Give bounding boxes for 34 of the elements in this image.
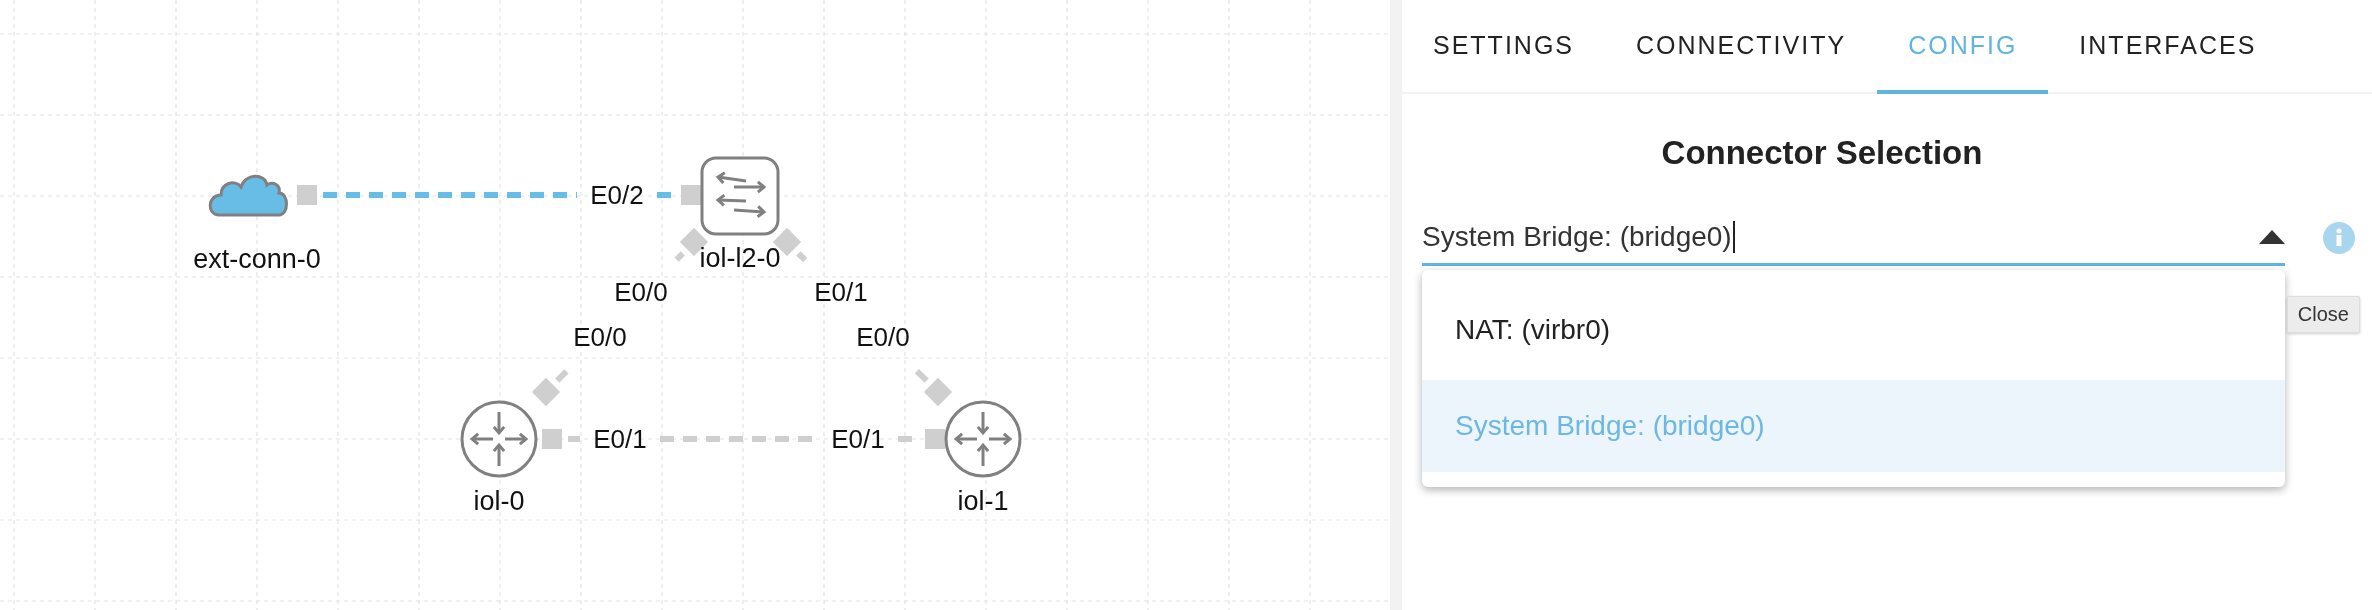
tab[interactable]: INTERFACES xyxy=(2048,0,2288,94)
caret-icon[interactable] xyxy=(2259,229,2285,244)
link-segment[interactable] xyxy=(323,192,577,198)
section-title: Connector Selection xyxy=(1660,134,1984,172)
router-icon[interactable] xyxy=(460,400,538,478)
port-marker xyxy=(542,429,562,449)
link-segment[interactable] xyxy=(555,369,569,383)
link-segment[interactable] xyxy=(674,251,685,262)
cloud-icon[interactable] xyxy=(208,174,288,217)
port-marker xyxy=(925,429,945,449)
link-segment[interactable] xyxy=(568,436,580,442)
connector-select[interactable]: System Bridge: (bridge0) xyxy=(1422,210,2285,266)
router-icon[interactable] xyxy=(944,400,1022,478)
node-label: iol-1 xyxy=(957,486,1009,516)
port-marker xyxy=(681,185,701,205)
node-label: iol-l2-0 xyxy=(699,243,781,273)
port-marker xyxy=(297,185,317,205)
port-label: E0/0 xyxy=(614,277,668,307)
tab[interactable]: CONNECTIVITY xyxy=(1605,0,1878,94)
node-label: iol-0 xyxy=(473,486,525,516)
port-label: E0/0 xyxy=(573,322,627,352)
port-label: E0/1 xyxy=(593,424,647,454)
tooltip: Close xyxy=(2286,296,2360,333)
port-label: E0/2 xyxy=(590,180,644,210)
port-label: E0/0 xyxy=(856,322,910,352)
tab[interactable]: SETTINGS xyxy=(1402,0,1605,94)
info-icon[interactable] xyxy=(2323,222,2355,254)
port-label: E0/1 xyxy=(831,424,885,454)
switch-icon[interactable] xyxy=(700,156,780,236)
dropdown-option[interactable]: NAT: (virbr0) xyxy=(1422,280,2285,380)
node-label: ext-conn-0 xyxy=(193,244,321,274)
port-label: E0/1 xyxy=(814,277,868,307)
link-segment[interactable] xyxy=(796,251,808,263)
link-segment[interactable] xyxy=(914,368,929,383)
